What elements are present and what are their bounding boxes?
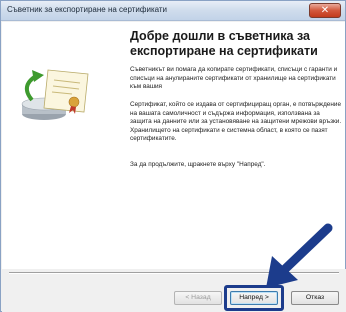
certificate-export-icon — [21, 69, 89, 120]
page-title: Добре дошли в съветника за експортиране … — [130, 29, 318, 58]
title-bar[interactable]: Съветник за експортиране на сертификати … — [1, 1, 345, 21]
description-text: Сертификат, който се издава от сертифици… — [130, 101, 342, 143]
instruction-text: За да продължите, щракнете върху "Напред… — [130, 161, 266, 168]
back-button[interactable]: < Назад — [174, 291, 222, 305]
pointer-arrow-icon — [266, 223, 333, 288]
intro-text: Съветникът ви помага да копирате сертифи… — [130, 66, 338, 91]
next-button[interactable]: Напред > — [230, 291, 278, 305]
cancel-button[interactable]: Отказ — [291, 291, 339, 305]
wizard-side-panel — [2, 22, 112, 269]
close-icon: ✕ — [320, 5, 330, 16]
window-title: Съветник за експортиране на сертификати — [7, 5, 168, 14]
close-button[interactable]: ✕ — [309, 3, 341, 18]
